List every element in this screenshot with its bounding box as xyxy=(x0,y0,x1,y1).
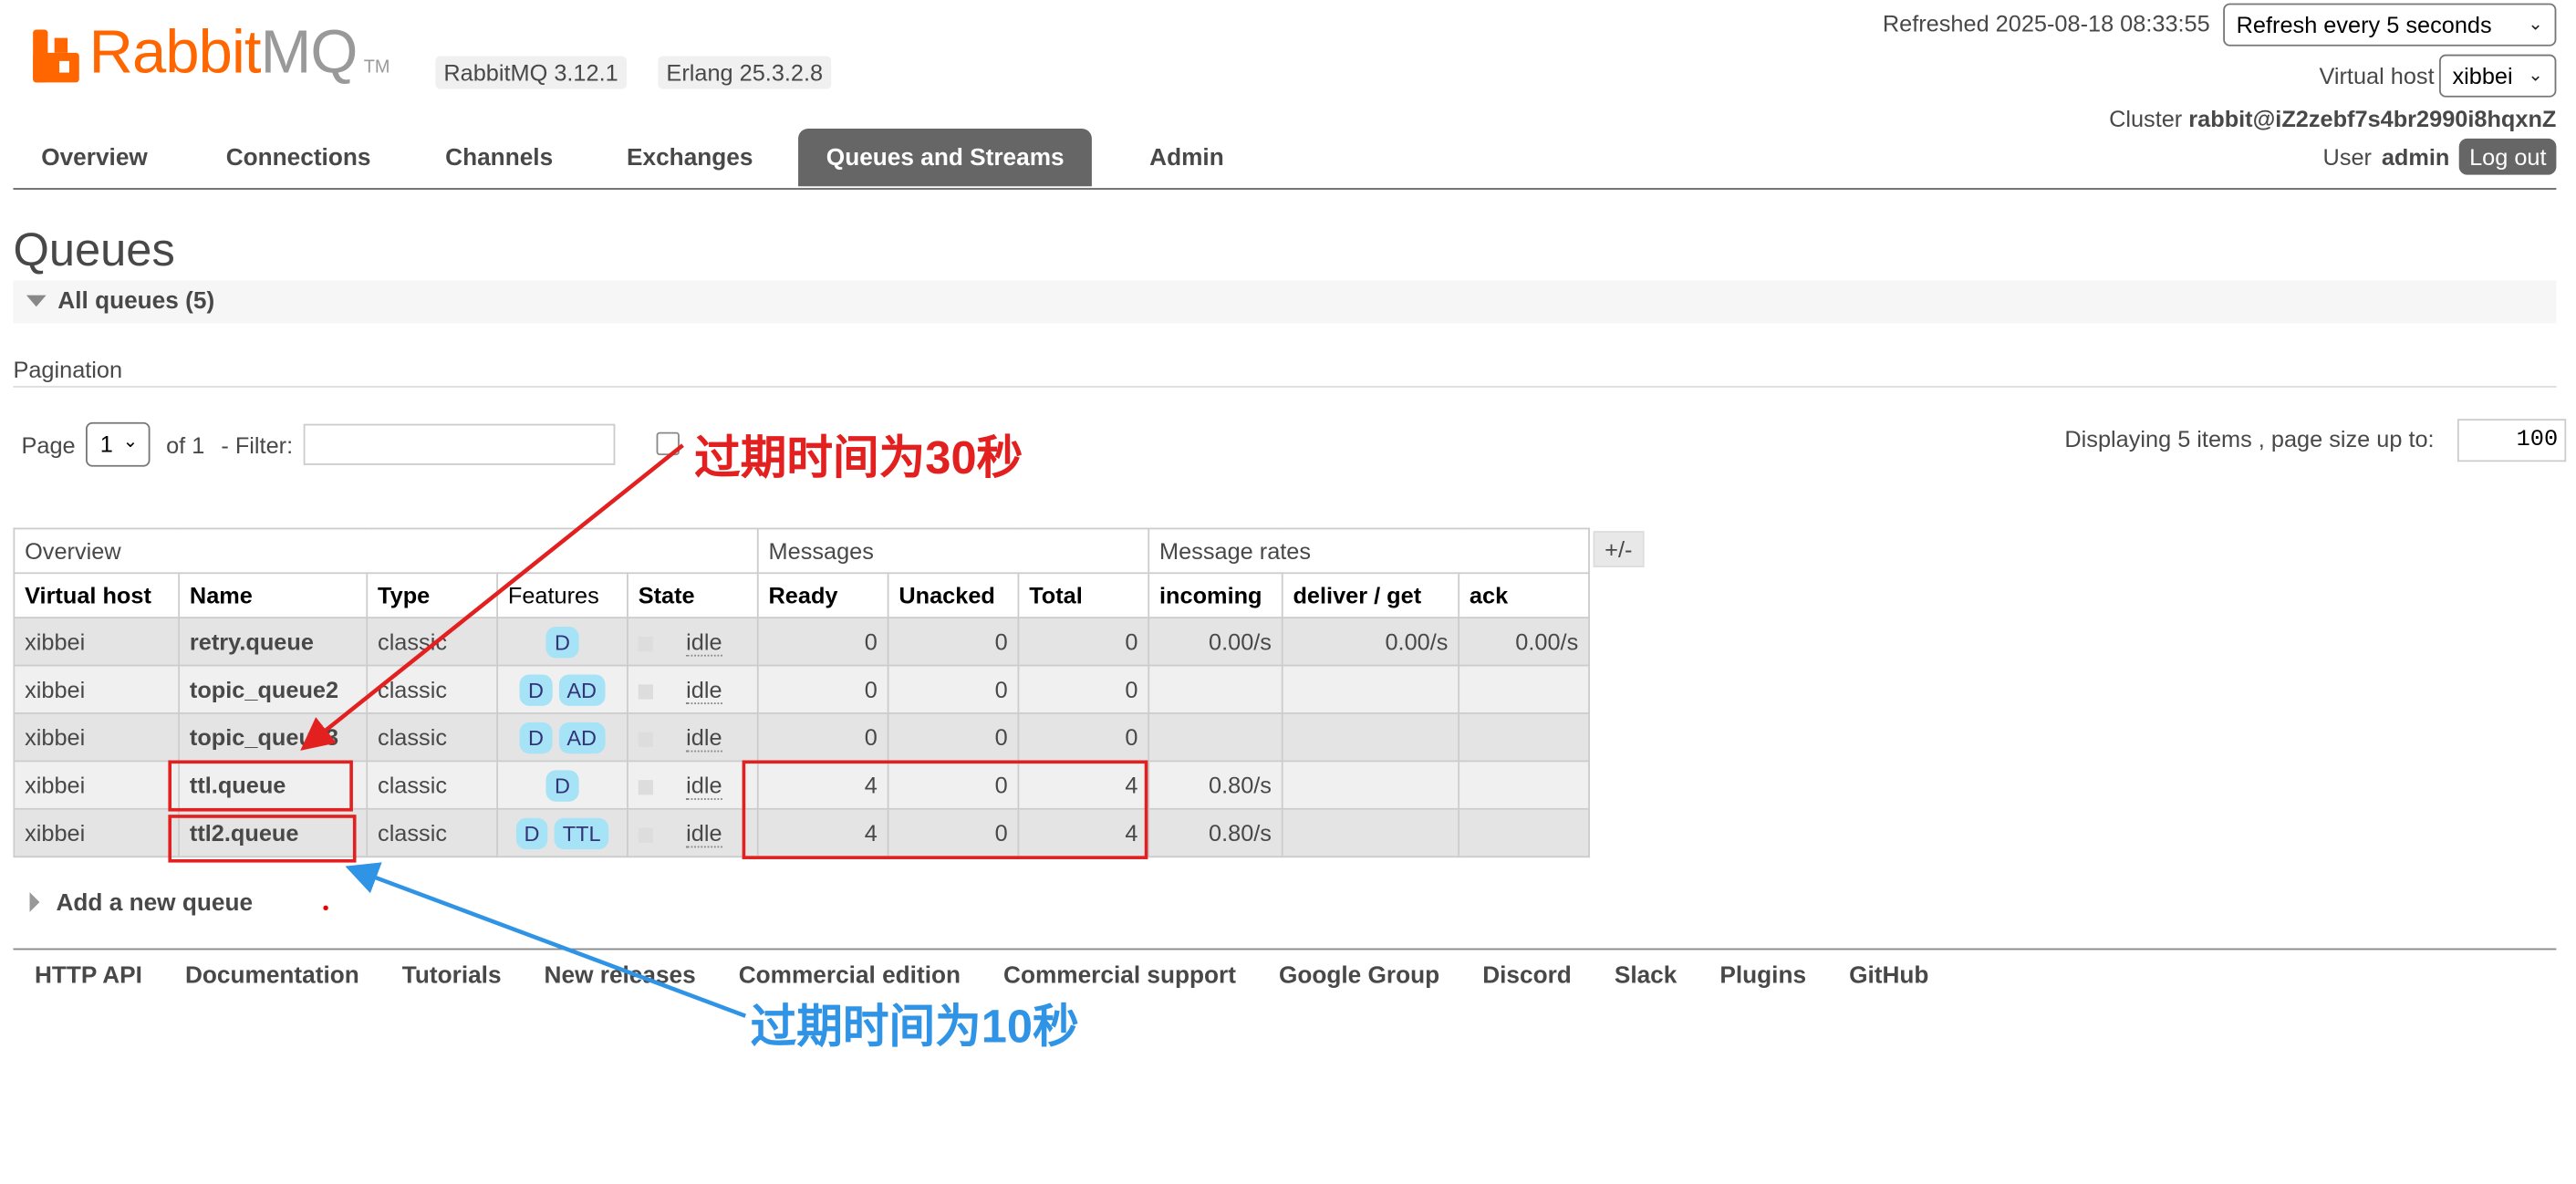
annotation-arrow-blue xyxy=(345,862,747,1018)
annotation-arrows xyxy=(300,443,747,1018)
annotation-arrow-red xyxy=(300,443,684,751)
page: RabbitMQ TM RabbitMQ 3.12.1 Erlang 25.3.… xyxy=(0,0,2576,1184)
annotation-note-10s: 过期时间为10秒 xyxy=(750,1001,1079,1053)
annotation-note-30s: 过期时间为30秒 xyxy=(694,431,1023,483)
